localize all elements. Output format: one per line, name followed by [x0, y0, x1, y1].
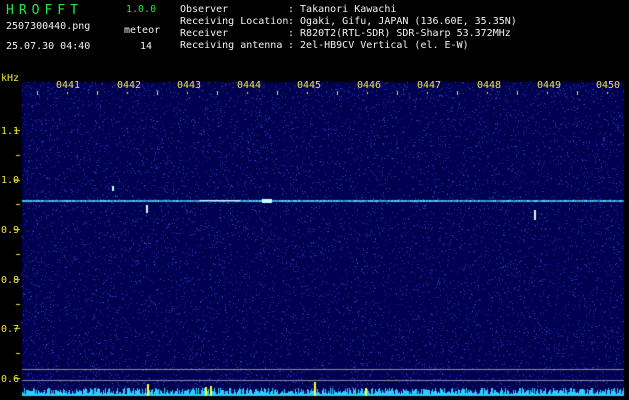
time-tick-label: 0443 — [177, 80, 202, 91]
file-datetime: 25.07.30 04:40 — [6, 41, 91, 52]
info-value-antenna: : 2el-HB9CV Vertical (el. E-W) — [288, 40, 469, 51]
freq-tick-label: 1.0 — [1, 175, 20, 186]
freq-tick-label: 0.9 — [1, 225, 20, 236]
info-value-observer: : Takanori Kawachi — [288, 4, 397, 15]
info-value-location: : Ogaki, Gifu, JAPAN (136.60E, 35.35N) — [288, 16, 517, 27]
app-logo: HROFFT — [6, 3, 83, 18]
freq-tick-label: 0.6 — [1, 374, 20, 385]
freq-tick-label: 0.7 — [1, 324, 20, 335]
time-tick-label: 0445 — [297, 80, 322, 91]
meteor-label: meteor — [124, 25, 161, 36]
info-label-receiver: Receiver — [180, 28, 229, 39]
time-tick-label: 0448 — [477, 80, 502, 91]
spectrogram-window: HROFFT 1.0.0 2507300440.png 25.07.30 04:… — [0, 0, 629, 400]
info-label-antenna: Receiving antenna — [180, 40, 283, 51]
time-tick-label: 0444 — [237, 80, 262, 91]
spectrogram-canvas — [0, 0, 629, 400]
time-tick-label: 0447 — [417, 80, 442, 91]
time-tick-label: 0442 — [117, 80, 142, 91]
time-tick-label: 0449 — [537, 80, 562, 91]
app-version: 1.0.0 — [126, 4, 157, 15]
meteor-count: 14 — [140, 41, 153, 52]
time-tick-label: 0450 — [596, 80, 621, 91]
freq-unit-label: kHz — [1, 73, 20, 84]
info-value-receiver: : R820T2(RTL-SDR) SDR-Sharp 53.372MHz — [288, 28, 511, 39]
info-label-location: Receiving Location — [180, 16, 289, 27]
freq-tick-label: 1.1 — [1, 126, 20, 137]
time-tick-label: 0446 — [357, 80, 382, 91]
time-tick-label: 0441 — [56, 80, 81, 91]
file-name: 2507300440.png — [6, 21, 91, 32]
freq-tick-label: 0.8 — [1, 275, 20, 286]
info-label-observer: Observer — [180, 4, 229, 15]
